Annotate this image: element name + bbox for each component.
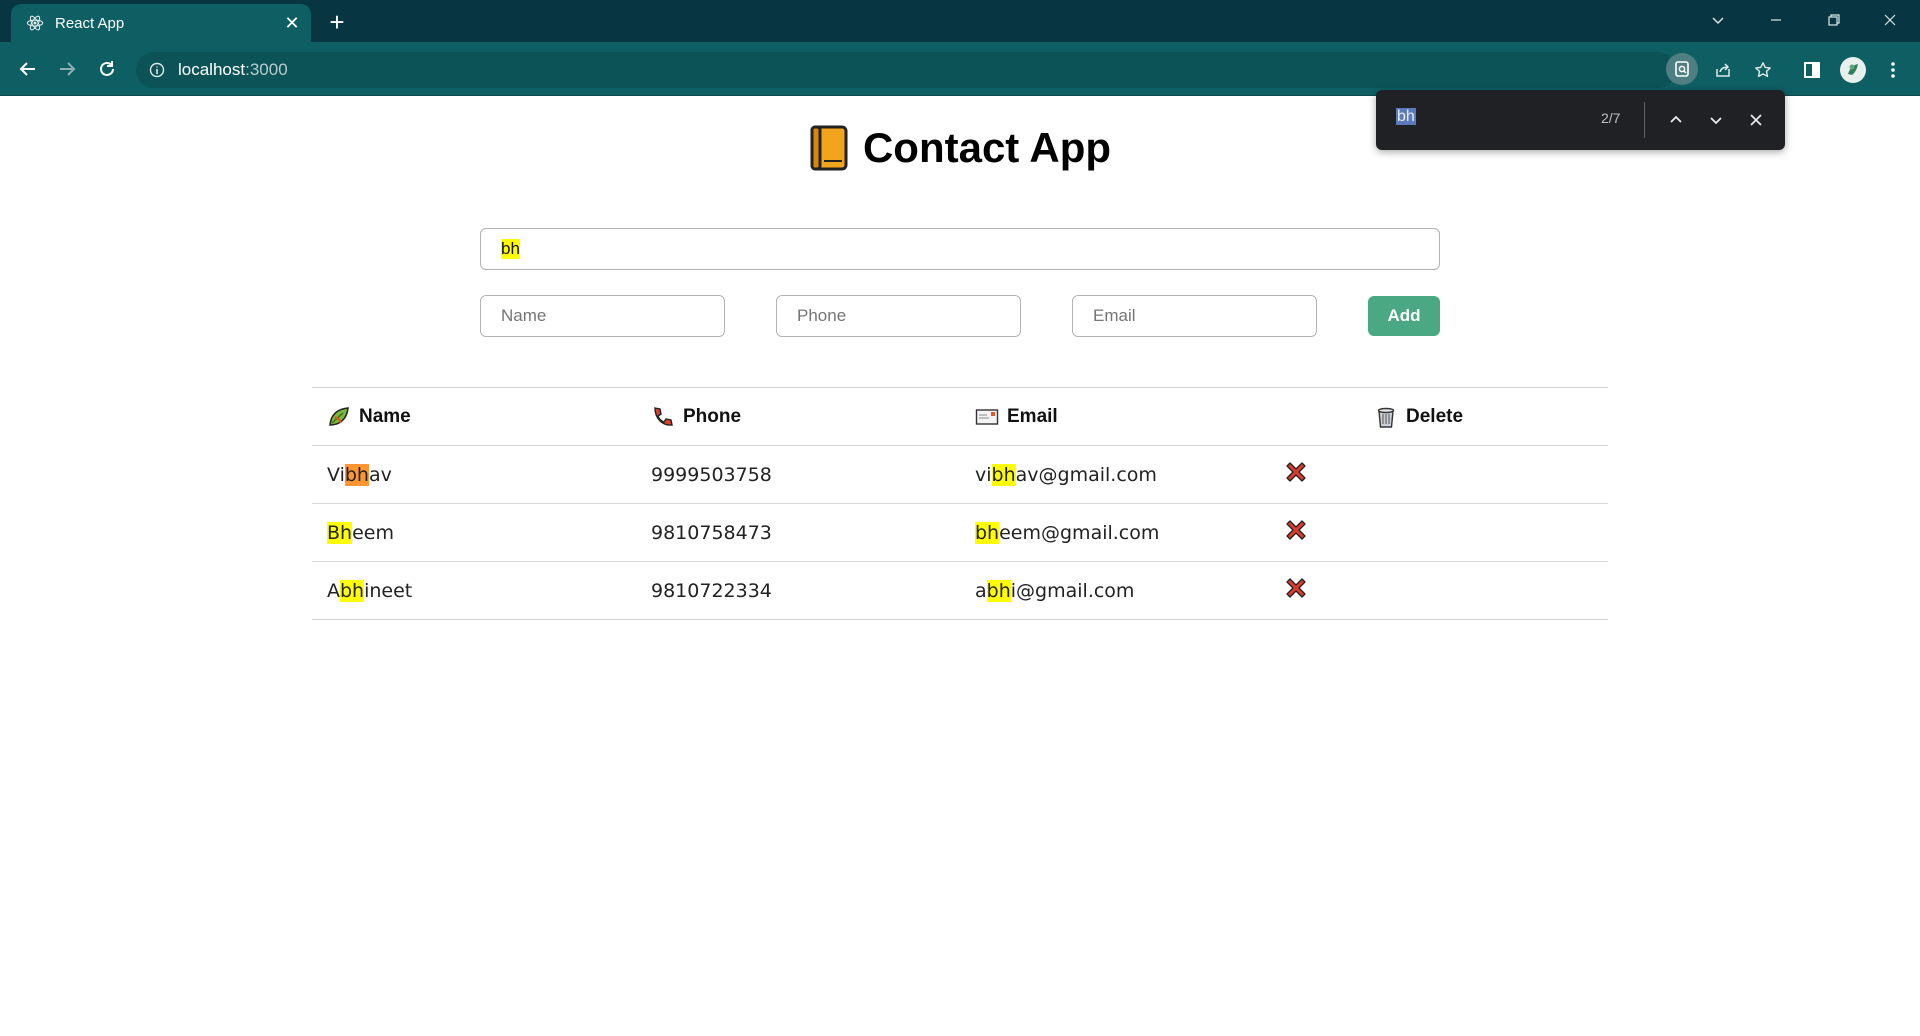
table-row: Vibhav 9999503758 vibhav@gmail.com [312, 445, 1608, 504]
add-button[interactable]: Add [1368, 296, 1440, 336]
find-in-page-icon[interactable] [1666, 53, 1698, 85]
forward-icon[interactable] [52, 54, 82, 84]
back-icon[interactable] [13, 54, 43, 84]
reload-icon[interactable] [92, 54, 122, 84]
envelope-icon [975, 405, 999, 429]
contact-name: Bheem [312, 503, 636, 562]
contact-name: Abhineet [312, 561, 636, 620]
menu-dots-icon[interactable] [1877, 54, 1909, 86]
delete-cell [1284, 561, 1608, 620]
table-row: Bheem 9810758473 bheem@gmail.com [312, 503, 1608, 562]
close-tab-icon[interactable]: ✕ [279, 10, 305, 36]
restore-icon[interactable] [1806, 0, 1862, 40]
contact-phone: 9810758473 [636, 503, 960, 562]
name-field[interactable]: Name [480, 295, 725, 337]
contact-email: vibhav@gmail.com [960, 445, 1284, 504]
new-tab-icon[interactable]: + [322, 7, 352, 37]
tab-search-icon[interactable] [1690, 0, 1746, 40]
header-phone: Phone [636, 387, 960, 446]
email-field[interactable]: Email [1072, 295, 1317, 337]
phone-field[interactable]: Phone [776, 295, 1021, 337]
address-bar[interactable]: localhost:3000 [136, 52, 1676, 88]
leaf-icon [327, 405, 351, 429]
delete-icon[interactable] [1284, 518, 1308, 542]
page-title: Contact App [0, 124, 1920, 172]
browser-tab[interactable]: React App ✕ [11, 4, 311, 42]
contact-name: Vibhav [312, 445, 636, 504]
contact-email: bheem@gmail.com [960, 503, 1284, 562]
phone-receiver-icon [651, 405, 675, 429]
contact-phone: 9999503758 [636, 445, 960, 504]
header-delete: Delete [1284, 387, 1608, 446]
bookmark-star-icon[interactable] [1747, 54, 1779, 86]
info-icon[interactable] [148, 61, 166, 79]
avatar[interactable] [1837, 54, 1869, 86]
react-icon [25, 13, 45, 33]
side-panel-icon[interactable] [1796, 54, 1828, 86]
wastebasket-icon [1374, 405, 1398, 429]
header-name: Name [312, 387, 636, 446]
delete-icon[interactable] [1284, 460, 1308, 484]
url-text: localhost:3000 [178, 60, 288, 79]
delete-cell [1284, 445, 1608, 504]
share-icon[interactable] [1707, 54, 1739, 86]
name-placeholder: Name [501, 306, 547, 325]
header-email: Email [960, 387, 1284, 446]
contact-phone: 9810722334 [636, 561, 960, 620]
table-header-row: Name Phone Email Delete [312, 387, 1608, 446]
minimize-icon[interactable] [1748, 0, 1804, 40]
contact-email: abhi@gmail.com [960, 561, 1284, 620]
browser-tabbar: React App ✕ + [0, 0, 1920, 42]
app-title-text: Contact App [862, 124, 1112, 171]
search-input[interactable]: bh [480, 228, 1440, 270]
delete-cell [1284, 503, 1608, 562]
table-row: Abhineet 9810722334 abhi@gmail.com [312, 561, 1608, 620]
search-value: bh [501, 239, 520, 259]
browser-toolbar: localhost:3000 [0, 42, 1920, 96]
delete-icon[interactable] [1284, 576, 1308, 600]
email-placeholder: Email [1093, 306, 1136, 325]
close-window-icon[interactable] [1862, 0, 1918, 40]
phone-placeholder: Phone [797, 306, 847, 325]
contacts-table: Name Phone Email Delete Vibhav 999950375… [312, 387, 1608, 620]
notebook-icon [809, 125, 849, 171]
tab-title: React App [55, 14, 125, 32]
